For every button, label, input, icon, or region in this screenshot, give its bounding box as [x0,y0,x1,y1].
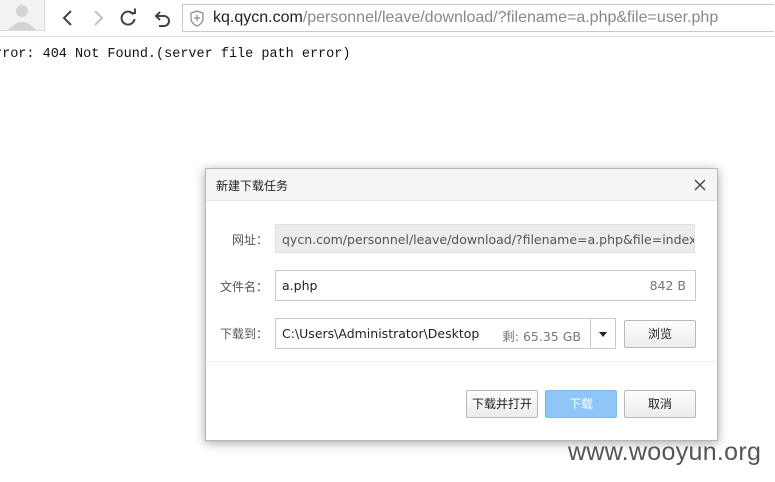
forward-button[interactable] [86,6,110,30]
url-value: qycn.com/personnel/leave/download/?filen… [282,232,695,247]
refresh-button[interactable] [116,6,140,30]
error-message: rror: 404 Not Found.(server file path er… [0,47,351,62]
browser-toolbar: kq.qycn.com/personnel/leave/download/?fi… [0,0,775,37]
saveto-value: C:\Users\Administrator\Desktop [282,326,480,341]
cancel-button[interactable]: 取消 [624,390,696,418]
saveto-label: 下载到： [219,327,268,341]
refresh-icon [120,8,136,26]
url-path: /personnel/leave/download/?filename=a.ph… [302,9,719,26]
download-dialog: 新建下载任务 网址： qycn.com/personnel/leave/down… [205,168,718,441]
download-and-open-button[interactable]: 下载并打开 [466,390,538,418]
divider [206,361,717,362]
undo-icon [154,11,170,27]
back-arrow-icon [62,10,72,26]
back-button[interactable] [56,6,80,30]
shield-icon [190,10,204,31]
watermark: www.wooyun.org [568,438,762,466]
dropdown-triangle-icon [599,332,607,337]
url-field: qycn.com/personnel/leave/download/?filen… [275,224,695,253]
url-text: kq.qycn.com/personnel/leave/download/?fi… [213,9,718,27]
filename-label: 文件名： [219,280,268,294]
close-button[interactable] [693,177,707,191]
free-space: 剩: 65.35 GB [502,329,581,344]
undo-button[interactable] [150,6,174,30]
filename-field[interactable]: a.php 842 B [275,270,696,301]
filename-value: a.php [282,278,318,293]
url-host: kq.qycn.com [213,9,303,26]
avatar[interactable] [0,0,45,31]
address-bar[interactable]: kq.qycn.com/personnel/leave/download/?fi… [182,4,774,32]
dialog-header: 新建下载任务 [206,169,717,201]
download-button[interactable]: 下载 [545,390,617,418]
url-label: 网址： [231,233,268,247]
dialog-title: 新建下载任务 [216,179,289,193]
close-icon [694,179,706,191]
file-size: 842 B [649,278,686,293]
saveto-dropdown-button[interactable] [591,318,616,349]
forward-arrow-icon [94,10,104,26]
saveto-field[interactable]: C:\Users\Administrator\Desktop 剩: 65.35 … [275,318,591,349]
browse-button[interactable]: 浏览 [624,320,696,348]
